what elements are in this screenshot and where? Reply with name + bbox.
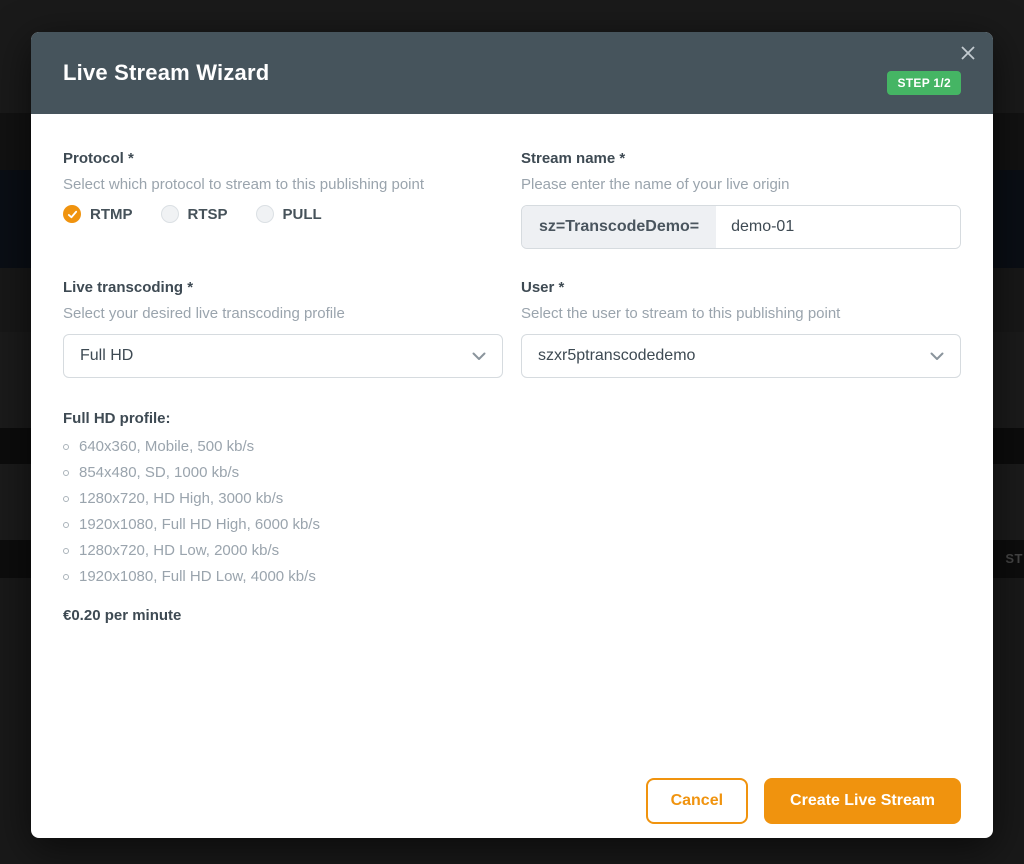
user-selected-value: szxr5ptranscodedemo: [538, 347, 695, 365]
dialog-header: Live Stream Wizard STEP 1/2: [31, 32, 993, 114]
live-transcoding-select[interactable]: Full HD: [63, 334, 503, 378]
user-field: User * Select the user to stream to this…: [521, 279, 961, 378]
bullet-icon: [63, 522, 69, 528]
bullet-icon: [63, 548, 69, 554]
stream-name-input[interactable]: [716, 206, 960, 248]
live-transcoding-field: Live transcoding * Select your desired l…: [63, 279, 503, 378]
user-label: User *: [521, 279, 961, 296]
radio-checked-icon: [63, 205, 81, 223]
price-per-minute: €0.20 per minute: [63, 607, 961, 624]
radio-unchecked-icon: [161, 205, 179, 223]
stream-name-field: Stream name * Please enter the name of y…: [521, 150, 961, 249]
bullet-icon: [63, 496, 69, 502]
radio-label-pull: PULL: [283, 206, 322, 223]
bullet-icon: [63, 470, 69, 476]
close-icon: [960, 45, 976, 61]
dialog-footer: Cancel Create Live Stream: [646, 778, 961, 824]
profile-item-text: 1280x720, HD Low, 2000 kb/s: [79, 542, 279, 559]
close-button[interactable]: [957, 42, 979, 64]
create-live-stream-button[interactable]: Create Live Stream: [764, 778, 961, 824]
protocol-radio-group: RTMP RTSP PULL: [63, 205, 503, 223]
form-row-1: Protocol * Select which protocol to stre…: [63, 150, 961, 249]
live-transcoding-description: Select your desired live transcoding pro…: [63, 305, 503, 322]
profile-item-text: 640x360, Mobile, 500 kb/s: [79, 438, 254, 455]
chevron-down-icon: [930, 352, 944, 361]
live-transcoding-label: Live transcoding *: [63, 279, 503, 296]
check-icon: [67, 209, 78, 220]
form-row-2: Live transcoding * Select your desired l…: [63, 279, 961, 378]
step-badge: STEP 1/2: [887, 71, 961, 95]
protocol-label: Protocol *: [63, 150, 503, 167]
radio-option-pull[interactable]: PULL: [256, 205, 322, 223]
dialog-title: Live Stream Wizard: [63, 60, 269, 86]
radio-option-rtsp[interactable]: RTSP: [161, 205, 228, 223]
bullet-icon: [63, 574, 69, 580]
dialog-body: Protocol * Select which protocol to stre…: [31, 114, 993, 624]
stream-name-prefix: sz=TranscodeDemo=: [522, 206, 716, 248]
profile-list-item: 1280x720, HD Low, 2000 kb/s: [63, 542, 961, 559]
profile-list: 640x360, Mobile, 500 kb/s 854x480, SD, 1…: [63, 438, 961, 585]
profile-list-item: 1920x1080, Full HD Low, 4000 kb/s: [63, 568, 961, 585]
profile-list-item: 640x360, Mobile, 500 kb/s: [63, 438, 961, 455]
live-transcoding-selected-value: Full HD: [80, 347, 133, 365]
stream-name-label: Stream name *: [521, 150, 961, 167]
profile-item-text: 1920x1080, Full HD High, 6000 kb/s: [79, 516, 320, 533]
stream-name-description: Please enter the name of your live origi…: [521, 176, 961, 193]
profile-list-item: 1920x1080, Full HD High, 6000 kb/s: [63, 516, 961, 533]
cancel-button[interactable]: Cancel: [646, 778, 748, 824]
profile-item-text: 1280x720, HD High, 3000 kb/s: [79, 490, 283, 507]
radio-unchecked-icon: [256, 205, 274, 223]
profile-item-text: 854x480, SD, 1000 kb/s: [79, 464, 239, 481]
live-stream-wizard-dialog: Live Stream Wizard STEP 1/2 Protocol * S…: [31, 32, 993, 838]
profile-item-text: 1920x1080, Full HD Low, 4000 kb/s: [79, 568, 316, 585]
stream-name-input-group: sz=TranscodeDemo=: [521, 205, 961, 249]
profile-list-item: 1280x720, HD High, 3000 kb/s: [63, 490, 961, 507]
user-select[interactable]: szxr5ptranscodedemo: [521, 334, 961, 378]
bullet-icon: [63, 444, 69, 450]
protocol-description: Select which protocol to stream to this …: [63, 176, 503, 193]
radio-label-rtmp: RTMP: [90, 206, 133, 223]
profile-details: Full HD profile: 640x360, Mobile, 500 kb…: [63, 410, 961, 624]
user-description: Select the user to stream to this publis…: [521, 305, 961, 322]
radio-option-rtmp[interactable]: RTMP: [63, 205, 133, 223]
profile-heading: Full HD profile:: [63, 410, 961, 427]
profile-list-item: 854x480, SD, 1000 kb/s: [63, 464, 961, 481]
chevron-down-icon: [472, 352, 486, 361]
protocol-field: Protocol * Select which protocol to stre…: [63, 150, 503, 249]
radio-label-rtsp: RTSP: [188, 206, 228, 223]
